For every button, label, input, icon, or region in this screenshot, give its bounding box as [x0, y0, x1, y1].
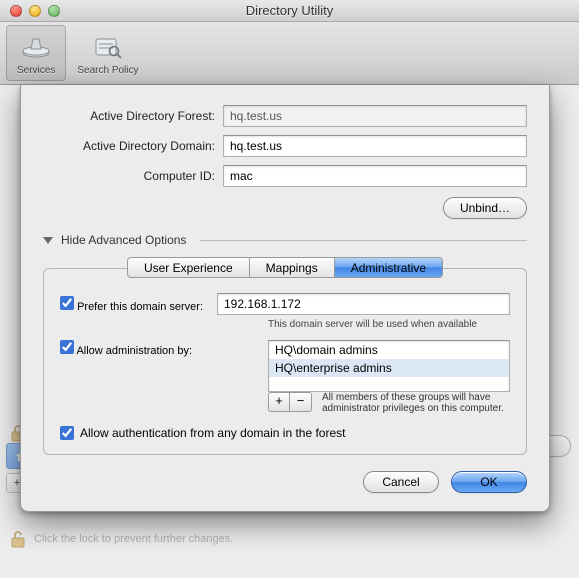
admin-list-controls: + − All members of these groups will hav…: [268, 392, 510, 414]
domain-label: Active Directory Domain:: [43, 139, 223, 153]
toolbar-services[interactable]: Services: [6, 25, 66, 81]
toolbar: Services Search Policy: [0, 22, 579, 85]
computer-label: Computer ID:: [43, 169, 223, 183]
toolbar-services-label: Services: [17, 65, 55, 76]
bg-lock-row-prevent: Click the lock to prevent further change…: [10, 530, 233, 548]
window-title: Directory Utility: [0, 3, 579, 18]
toolbar-search-policy[interactable]: Search Policy: [66, 25, 149, 81]
tab-administrative[interactable]: Administrative: [335, 257, 443, 278]
allow-auth-checkbox[interactable]: [60, 426, 74, 440]
unbind-row: Unbind…: [43, 197, 527, 219]
add-group-button[interactable]: +: [268, 392, 290, 412]
computer-field[interactable]: [223, 165, 527, 187]
titlebar: Directory Utility: [0, 0, 579, 22]
disclosure-label: Hide Advanced Options: [61, 233, 186, 247]
remove-group-button[interactable]: −: [290, 392, 312, 412]
list-item[interactable]: HQ\enterprise admins: [269, 359, 509, 377]
allow-admin-row: Allow administration by: HQ\domain admin…: [60, 340, 510, 392]
search-policy-icon: [92, 31, 124, 63]
list-item[interactable]: HQ\domain admins: [269, 341, 509, 359]
allow-admin-label: Allow administration by:: [76, 345, 192, 357]
allow-auth-label: Allow authentication from any domain in …: [80, 426, 345, 440]
services-icon: [20, 31, 52, 63]
domain-row: Active Directory Domain:: [43, 135, 527, 157]
plus-minus-buttons: + −: [268, 392, 312, 412]
admin-note: All members of these groups will have ad…: [322, 392, 510, 414]
prefer-ds-help: This domain server will be used when ava…: [268, 319, 510, 330]
domain-field[interactable]: [223, 135, 527, 157]
lock-open-icon: [10, 530, 26, 548]
advanced-tabs: User Experience Mappings Administrative: [43, 257, 527, 278]
prefer-ds-label: Prefer this domain server:: [77, 301, 203, 313]
allow-auth-row: Allow authentication from any domain in …: [60, 426, 510, 440]
toolbar-search-policy-label: Search Policy: [77, 65, 138, 76]
divider: [200, 240, 527, 241]
administrative-pane: Prefer this domain server: This domain s…: [43, 268, 527, 455]
sheet-buttons: Cancel OK: [43, 471, 527, 493]
forest-label: Active Directory Forest:: [43, 109, 223, 123]
ok-button[interactable]: OK: [451, 471, 527, 493]
prefer-ds-checkbox[interactable]: [60, 296, 74, 310]
unbind-button[interactable]: Unbind…: [443, 197, 527, 219]
admin-groups-list[interactable]: HQ\domain admins HQ\enterprise admins: [268, 340, 510, 392]
advanced-disclosure[interactable]: Hide Advanced Options: [43, 233, 527, 247]
forest-field: [223, 105, 527, 127]
directory-utility-window: Directory Utility Services: [0, 0, 579, 578]
prefer-ds-row: Prefer this domain server:: [60, 293, 510, 315]
allow-admin-checkbox[interactable]: [60, 340, 74, 354]
tab-mappings[interactable]: Mappings: [250, 257, 335, 278]
forest-row: Active Directory Forest:: [43, 105, 527, 127]
ad-config-sheet: Active Directory Forest: Active Director…: [20, 85, 550, 512]
tab-user-experience[interactable]: User Experience: [127, 257, 250, 278]
disclosure-triangle-icon: [43, 237, 53, 244]
cancel-button[interactable]: Cancel: [363, 471, 439, 493]
computer-row: Computer ID:: [43, 165, 527, 187]
prefer-ds-field[interactable]: [217, 293, 510, 315]
